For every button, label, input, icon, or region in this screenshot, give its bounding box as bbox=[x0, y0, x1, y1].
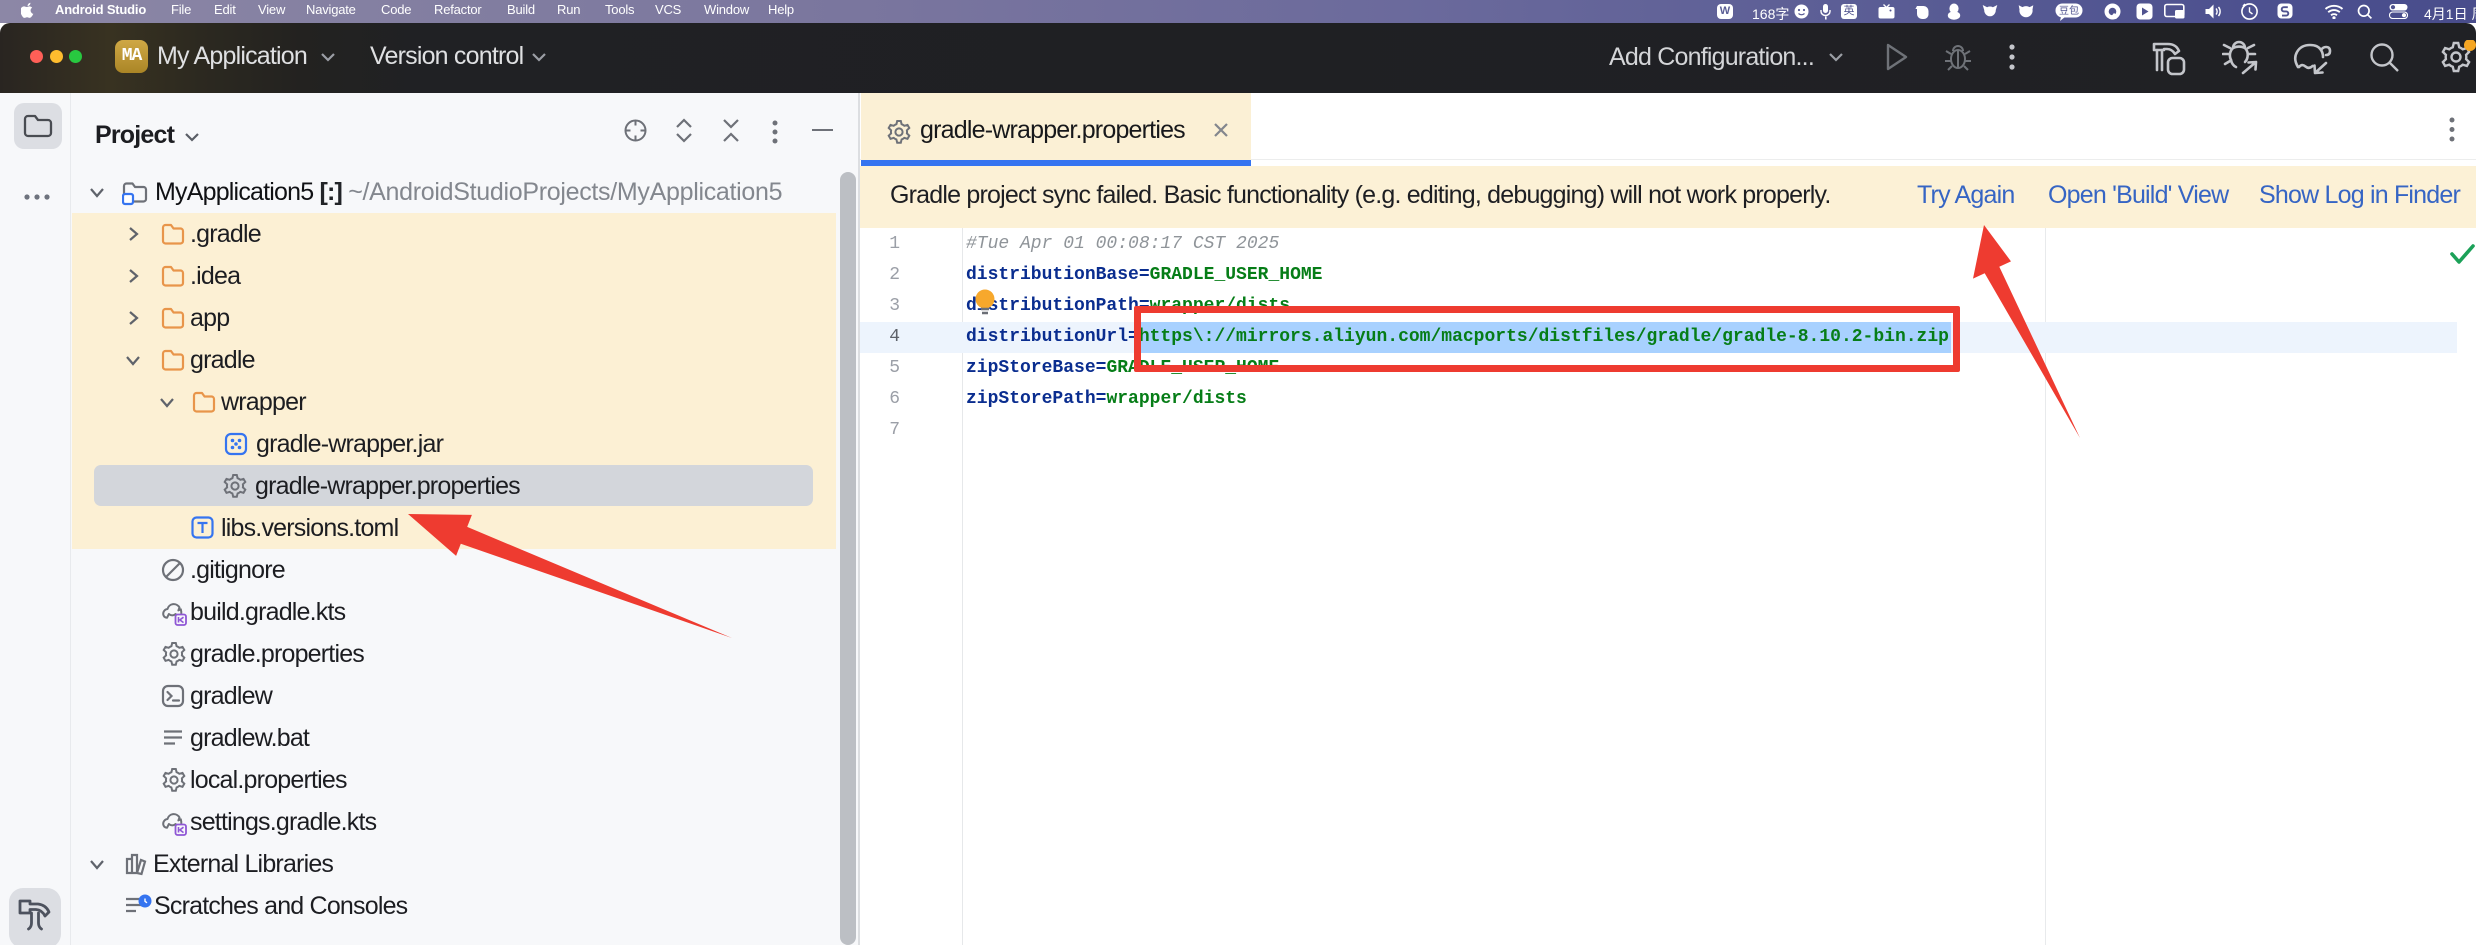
svg-text:豆包: 豆包 bbox=[2059, 4, 2079, 17]
